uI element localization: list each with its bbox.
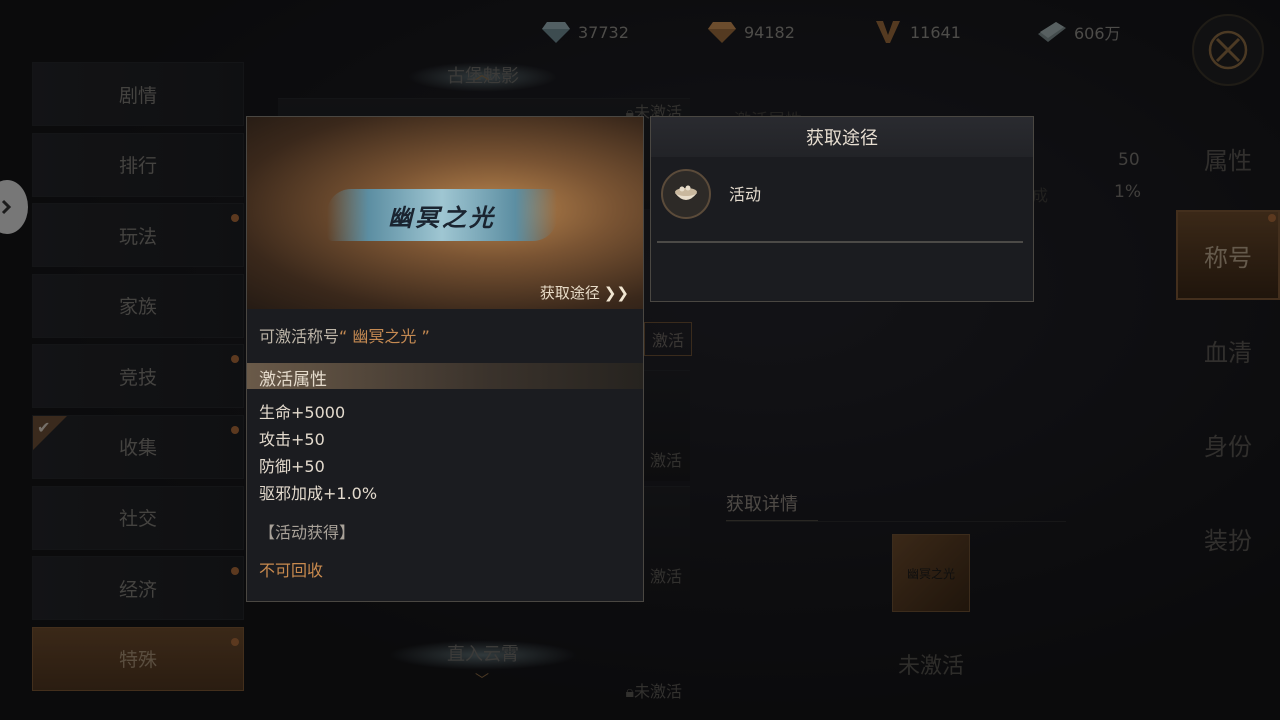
title-card-text: 幽冥之光 — [388, 202, 496, 232]
section-title: 激活属性 — [259, 370, 327, 390]
acquire-path-popup: 获取途径 活动 — [650, 116, 1034, 302]
bowl-icon[interactable] — [661, 169, 711, 219]
acquire-entry-label[interactable]: 活动 — [729, 181, 761, 205]
attribute-line: 生命+5000 — [259, 403, 346, 422]
get-path-link[interactable]: 获取途径 ❯❯ — [540, 282, 629, 303]
activatable-name: “ 幽冥之光 ” — [339, 327, 430, 346]
get-path-label: 获取途径 — [539, 284, 600, 302]
title-detail-popup: 幽冥之光 获取途径 ❯❯ 可激活称号“ 幽冥之光 ” 激活属性 生命+5000 攻… — [246, 116, 644, 602]
title-card: 幽冥之光 — [327, 189, 557, 241]
section-header: 激活属性 — [247, 363, 643, 390]
source-text: 【活动获得】 — [259, 523, 356, 542]
attribute-line: 攻击+50 — [259, 430, 325, 449]
attribute-line: 防御+50 — [259, 457, 325, 476]
title-banner-image: 幽冥之光 获取途径 ❯❯ — [247, 117, 643, 309]
activatable-title: 可激活称号“ 幽冥之光 ” — [259, 323, 430, 347]
divider — [657, 241, 1023, 243]
attribute-line: 驱邪加成+1.0% — [259, 484, 378, 503]
double-chevron-right-icon: ❯❯ — [603, 283, 629, 302]
popup-header: 获取途径 — [651, 117, 1033, 157]
activatable-prefix: 可激活称号 — [259, 327, 340, 346]
not-recyclable-text: 不可回收 — [259, 561, 324, 580]
popup-title: 获取途径 — [806, 128, 878, 149]
